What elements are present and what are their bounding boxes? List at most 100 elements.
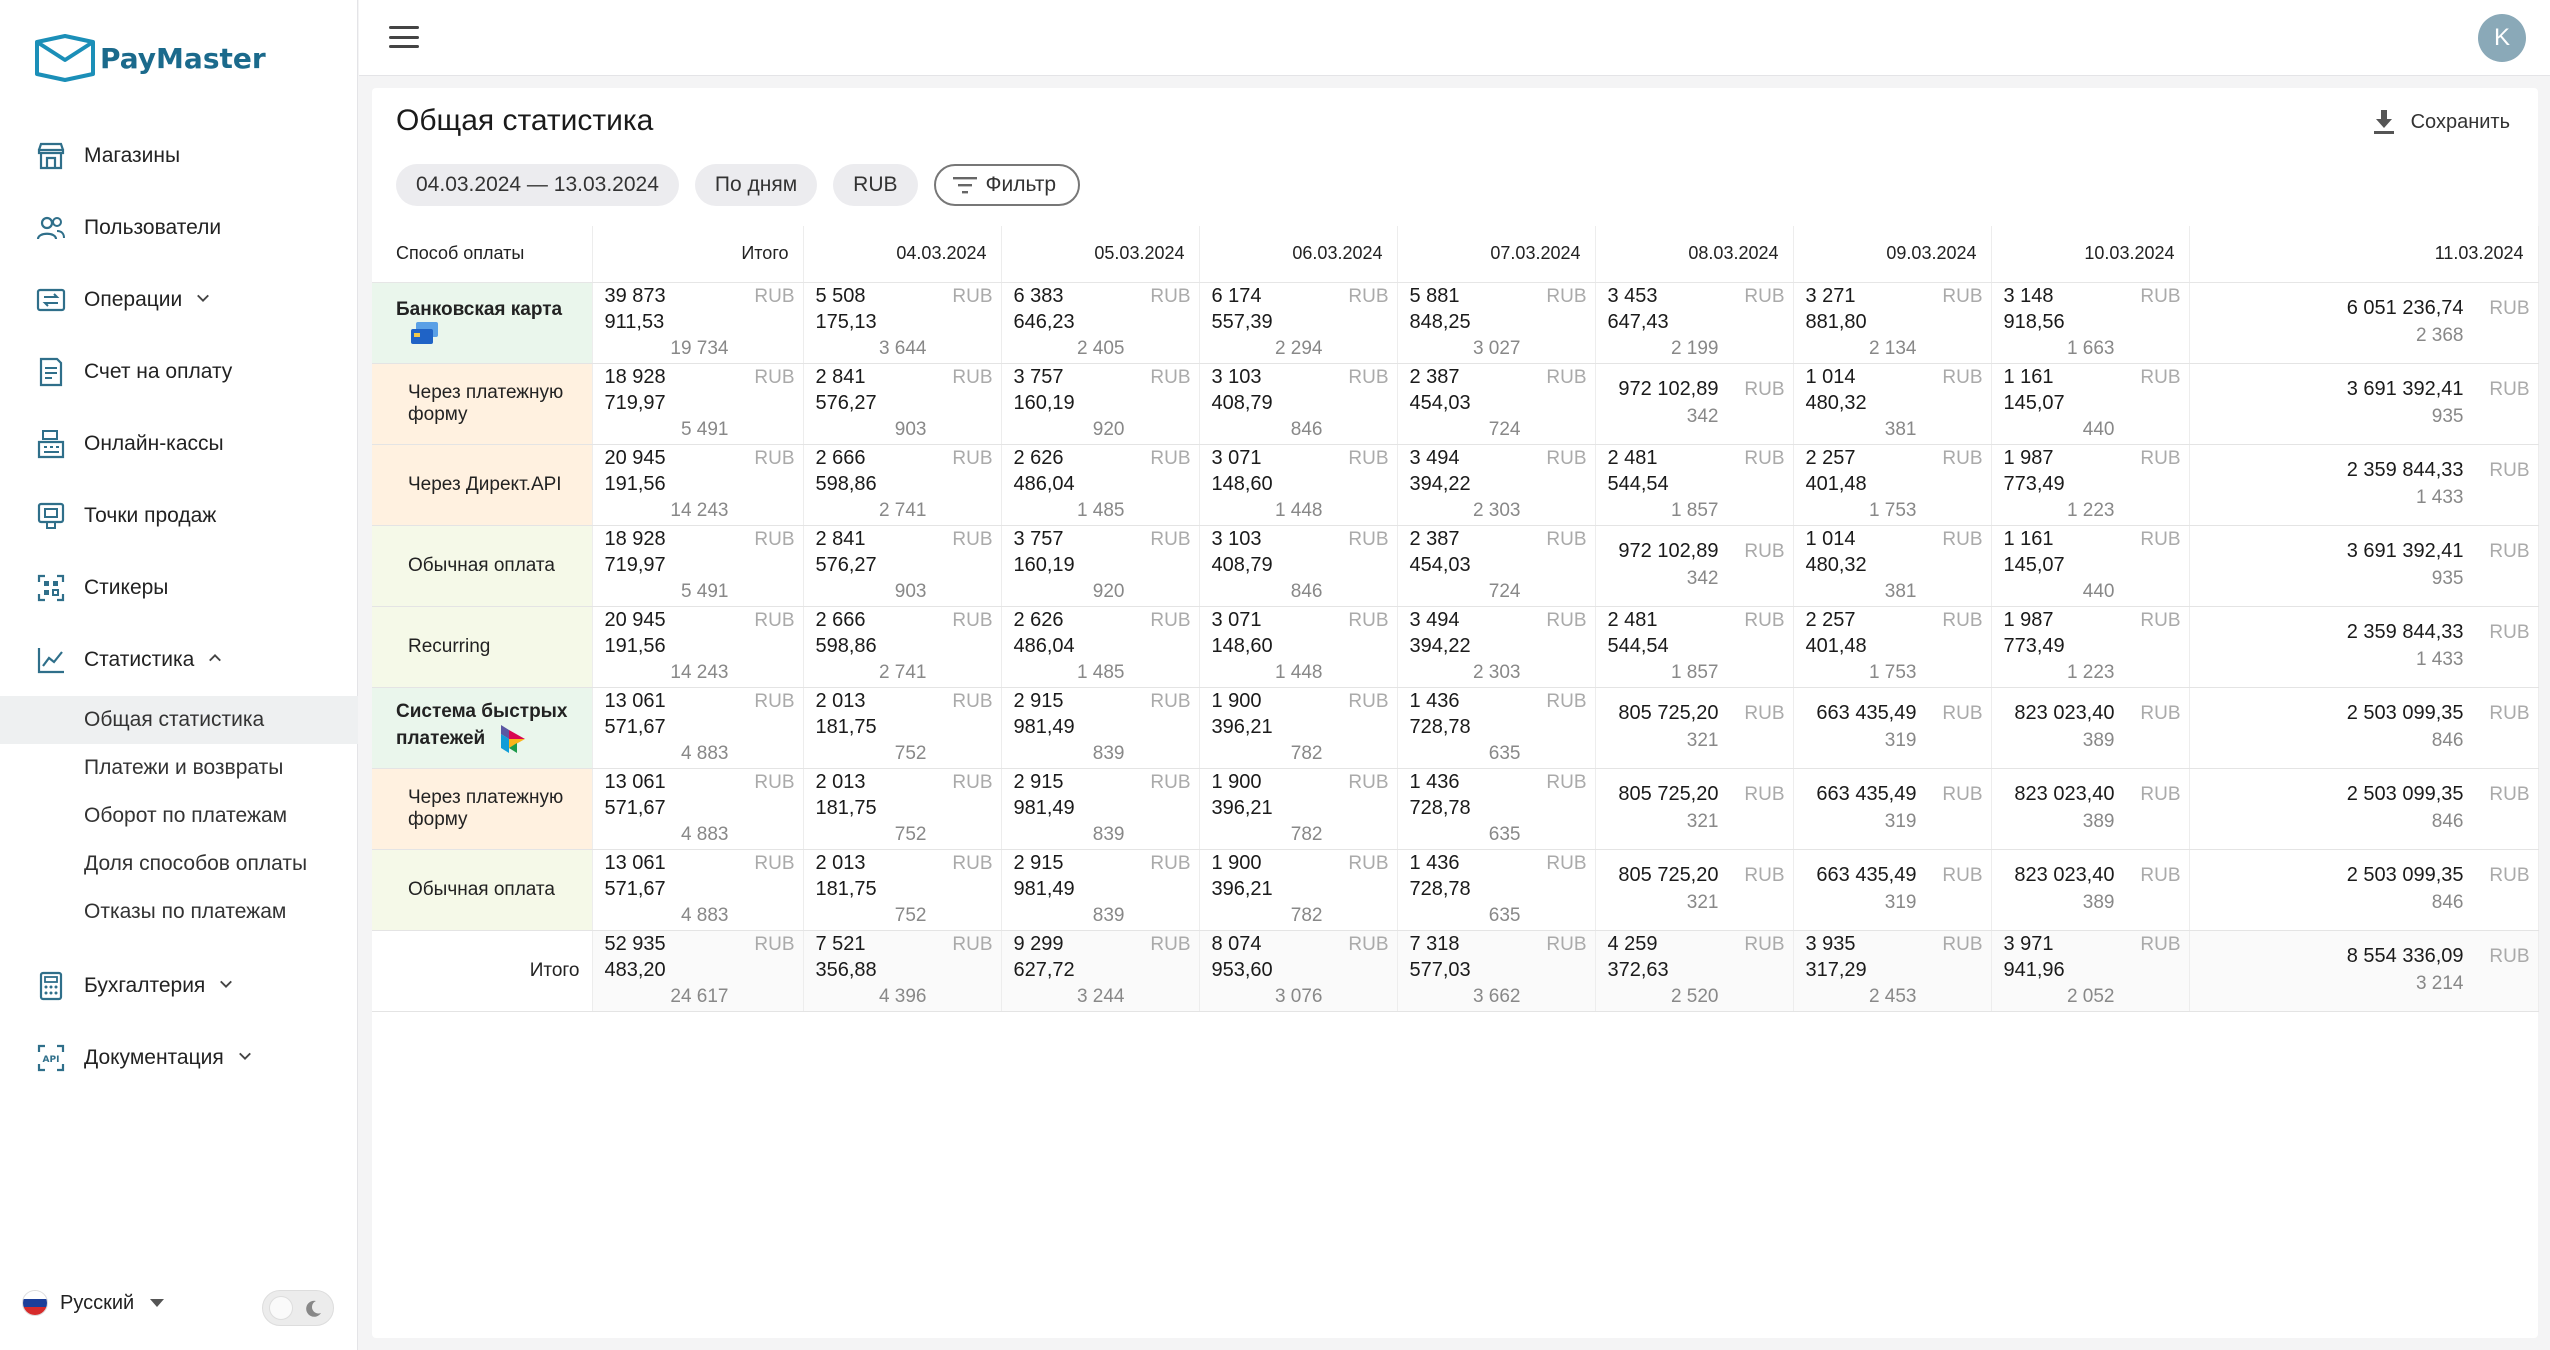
sidebar-subitem-2[interactable]: Оборот по платежам: [0, 792, 358, 840]
column-header[interactable]: 08.03.2024: [1595, 226, 1794, 283]
column-header[interactable]: 10.03.2024: [1991, 226, 2190, 283]
grouping-chip[interactable]: По дням: [694, 164, 818, 206]
sidebar-item-1[interactable]: Пользователи: [0, 192, 358, 264]
language-selector[interactable]: Русский: [22, 1290, 165, 1316]
value-cell: 6 051 236,74 RUB 2 368: [2189, 282, 2539, 364]
amount: 823 023,40 RUB: [2004, 700, 2180, 727]
value-cell: 805 725,20 RUB 321: [1595, 687, 1794, 769]
sidebar-item-bottom-1[interactable]: API Документация: [0, 1022, 358, 1094]
value-cell: 2 387 454,03 RUB 724: [1397, 363, 1596, 445]
sidebar-item-7[interactable]: Статистика: [0, 624, 358, 696]
transaction-count: 752: [894, 823, 927, 845]
transaction-count: 782: [1290, 823, 1323, 845]
sidebar-item-4[interactable]: Онлайн-кассы: [0, 408, 358, 480]
amount-value: 6 174 557,39: [1211, 284, 1273, 333]
sidebar-subitem-1[interactable]: Платежи и возвраты: [0, 744, 358, 792]
amount: 3 494 394,22 RUB: [1410, 607, 1587, 659]
filter-button[interactable]: Фильтр: [933, 164, 1081, 206]
currency-label: RUB: [1348, 609, 1389, 631]
transaction-count: 1 448: [1274, 661, 1323, 683]
amount: 805 725,20 RUB: [1608, 781, 1784, 808]
paymaster-logo[interactable]: PayMaster: [34, 32, 266, 84]
currency-label: RUB: [1348, 366, 1389, 388]
table-row[interactable]: Система быстрых платежей 13 061 571,67 RUB…: [372, 687, 2539, 769]
column-header[interactable]: 04.03.2024: [803, 226, 1002, 283]
transaction-count: 3 244: [1076, 985, 1125, 1007]
chevron-down-icon: [196, 293, 210, 307]
amount-value: 3 757 160,19: [1013, 527, 1075, 576]
currency-label: RUB: [952, 366, 993, 388]
amount: 4 259 372,63 RUB: [1608, 931, 1785, 983]
currency-label: RUB: [2140, 865, 2181, 886]
currency-label: RUB: [1942, 703, 1983, 724]
transaction-count: 319: [1884, 892, 1917, 913]
payment-method-label: Итого: [529, 959, 580, 981]
value-cell: 2 915 981,49 RUB 839: [1001, 687, 1200, 769]
value-cell: 6 383 646,23 RUB 2 405: [1001, 282, 1200, 364]
column-header[interactable]: 06.03.2024: [1199, 226, 1398, 283]
table-row[interactable]: Банковская карта 39 873 911,53 RUB 19 734 5 …: [372, 282, 2539, 364]
hamburger-menu-icon[interactable]: [389, 24, 419, 50]
column-header[interactable]: 11.03.2024: [2189, 226, 2539, 283]
users-icon: [34, 211, 68, 245]
currency-label: RUB: [1942, 933, 1983, 955]
transaction-count: 635: [1488, 742, 1521, 764]
currency-label: RUB: [1744, 541, 1785, 562]
table-row[interactable]: Через Директ.API 20 945 191,56 RUB 14 243 2 …: [372, 444, 2539, 526]
amount-value: 2 915 981,49: [1013, 689, 1075, 738]
amount-value: 823 023,40: [2014, 702, 2115, 724]
sidebar-item-bottom-0[interactable]: Бухгалтерия: [0, 950, 358, 1022]
sidebar-subitem-0[interactable]: Общая статистика: [0, 696, 358, 744]
sidebar-item-2[interactable]: Операции: [0, 264, 358, 336]
column-header[interactable]: 07.03.2024: [1397, 226, 1596, 283]
sidebar-subitem-3[interactable]: Доля способов оплаты: [0, 840, 358, 888]
currency-label: RUB: [952, 771, 993, 793]
sidebar-item-label: Бухгалтерия: [84, 974, 206, 997]
transaction-count: 903: [894, 418, 927, 440]
table-row[interactable]: Обычная оплата 13 061 571,67 RUB 4 883 2 013…: [372, 849, 2539, 931]
amount: 18 928 719,97 RUB: [605, 364, 795, 416]
table-row[interactable]: Обычная оплата 18 928 719,97 RUB 5 491 2 841…: [372, 525, 2539, 607]
table-row[interactable]: Через платежную форму 18 928 719,97 RUB 5 4…: [372, 363, 2539, 445]
currency-chip[interactable]: RUB: [833, 164, 918, 206]
transaction-count: 724: [1488, 580, 1521, 602]
currency-label: RUB: [1546, 366, 1587, 388]
transaction-count: 846: [2431, 892, 2464, 913]
value-cell: 3 148 918,56 RUB 1 663: [1991, 282, 2190, 364]
sidebar-item-6[interactable]: Стикеры: [0, 552, 358, 624]
column-header[interactable]: Итого: [592, 226, 804, 283]
transaction-count: 846: [2431, 811, 2464, 832]
transaction-count: 846: [1290, 418, 1323, 440]
date-range-chip[interactable]: 04.03.2024 — 13.03.2024: [396, 164, 679, 206]
save-button[interactable]: Сохранить: [2371, 108, 2510, 136]
sidebar-subitem-4[interactable]: Отказы по платежам: [0, 888, 358, 936]
sidebar-item-3[interactable]: Счет на оплату: [0, 336, 358, 408]
column-header[interactable]: 05.03.2024: [1001, 226, 1200, 283]
currency-label: RUB: [1546, 933, 1587, 955]
user-avatar[interactable]: K: [2478, 14, 2526, 62]
sidebar-item-5[interactable]: Точки продаж: [0, 480, 358, 552]
transaction-count: 2 294: [1274, 337, 1323, 359]
column-header[interactable]: 09.03.2024: [1793, 226, 1992, 283]
amount-value: 3 271 881,80: [1805, 284, 1867, 333]
amount-value: 20 945 191,56: [604, 446, 666, 495]
currency-label: RUB: [1744, 865, 1785, 886]
amount-value: 2 013 181,75: [815, 851, 877, 900]
currency-label: RUB: [1546, 609, 1587, 631]
table-row[interactable]: Итого 52 935 483,20 RUB 24 617 7 521 356,88 R…: [372, 930, 2539, 1012]
table-row[interactable]: Через платежную форму 13 061 571,67 RUB 4 8…: [372, 768, 2539, 850]
amount: 3 757 160,19 RUB: [1014, 526, 1191, 578]
payment-method-label: Recurring: [408, 635, 491, 657]
amount-value: 2 503 099,35: [2346, 702, 2464, 724]
sidebar-item-label: Операции: [84, 288, 183, 311]
table-row[interactable]: Recurring 20 945 191,56 RUB 14 243 2 666 598…: [372, 606, 2539, 688]
currency-label: RUB: [952, 933, 993, 955]
transaction-count: 903: [894, 580, 927, 602]
column-header-method[interactable]: Способ оплаты: [372, 226, 593, 283]
value-cell: 2 841 576,27 RUB 903: [803, 525, 1002, 607]
sidebar-item-0[interactable]: Магазины: [0, 120, 358, 192]
currency-label: RUB: [1150, 609, 1191, 631]
theme-toggle[interactable]: [262, 1290, 334, 1326]
amount: 3 494 394,22 RUB: [1410, 445, 1587, 497]
